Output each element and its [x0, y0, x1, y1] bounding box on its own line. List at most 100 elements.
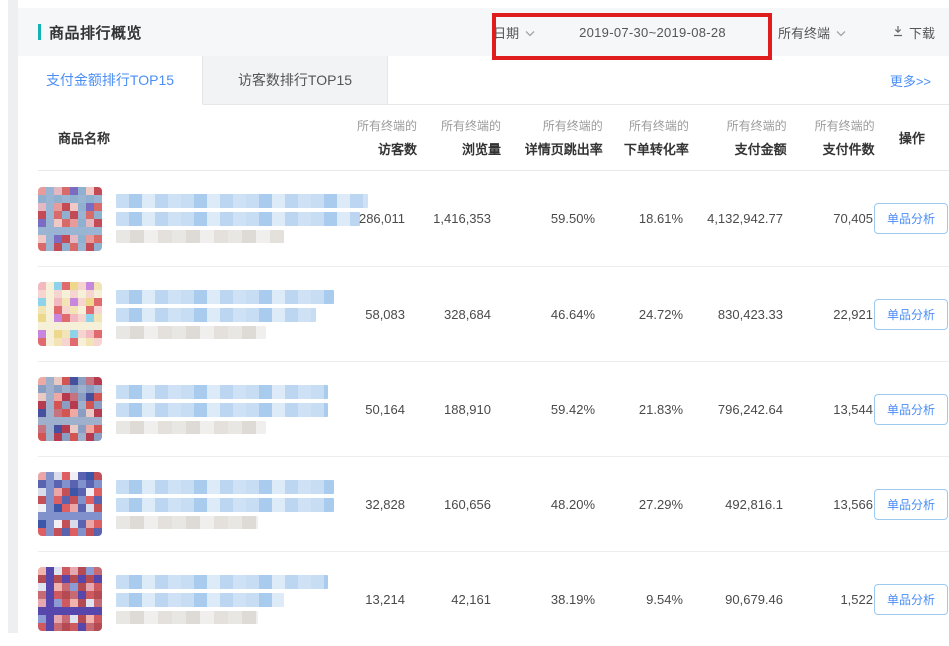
visitors-value: 32,828 — [323, 497, 405, 512]
panel-title-wrap: 商品排行概览 — [38, 22, 142, 43]
product-title-blur-line — [116, 403, 328, 417]
payment-amount-value: 4,132,942.77 — [683, 211, 783, 226]
payment-amount-value: 796,242.64 — [683, 402, 783, 417]
pageviews-value: 1,416,353 — [405, 211, 491, 226]
product-title-blur-line — [116, 498, 334, 512]
tab-bar: 支付金额排行TOP15 访客数排行TOP15 更多>> — [18, 56, 949, 105]
bounce-rate-value: 38.19% — [491, 592, 595, 607]
table-row: 50,164188,91059.42%21.83%796,242.6413,54… — [38, 361, 949, 456]
product-title-blur-line — [116, 593, 284, 607]
chevron-down-icon — [836, 25, 846, 40]
table-header-wrap: 商品名称 所有终端的 访客数 所有终端的 浏览量 所有终端的 详情页跳出率 所有… — [38, 105, 949, 171]
date-range-value[interactable]: 2019-07-30~2019-08-28 — [579, 25, 726, 40]
table-body: 286,0111,416,35359.50%18.61%4,132,942.77… — [18, 171, 949, 646]
payment-items-value: 70,405 — [783, 211, 873, 226]
item-analysis-button[interactable]: 单品分析 — [874, 299, 948, 330]
product-thumbnail — [38, 472, 102, 536]
visitors-value: 13,214 — [323, 592, 405, 607]
table-row: 13,21442,16138.19%9.54%90,679.461,522单品分… — [38, 551, 949, 646]
payment-amount-value: 830,423.33 — [683, 307, 783, 322]
table-row: 286,0111,416,35359.50%18.61%4,132,942.77… — [18, 171, 949, 266]
product-title-blur-line — [116, 385, 328, 399]
product-thumbnail — [38, 567, 102, 631]
tab-payment-ranking[interactable]: 支付金额排行TOP15 — [18, 56, 203, 105]
product-thumbnail — [38, 377, 102, 441]
tab-label: 支付金额排行TOP15 — [46, 70, 174, 90]
action-cell: 单品分析 — [873, 203, 949, 234]
product-title-blur-line — [116, 575, 328, 589]
item-analysis-button[interactable]: 单品分析 — [874, 489, 948, 520]
pageviews-value: 188,910 — [405, 402, 491, 417]
terminal-dropdown[interactable]: 所有终端 — [778, 23, 846, 42]
bounce-rate-value: 59.50% — [491, 211, 595, 226]
date-dropdown[interactable]: 日期 — [493, 23, 535, 42]
download-button[interactable]: 下载 — [892, 23, 935, 42]
product-cell — [38, 282, 323, 346]
bounce-rate-value: 48.20% — [491, 497, 595, 512]
action-cell: 单品分析 — [873, 489, 949, 520]
conversion-rate-value: 9.54% — [595, 592, 683, 607]
tab-visitor-ranking[interactable]: 访客数排行TOP15 — [203, 56, 388, 104]
conversion-rate-value: 27.29% — [595, 497, 683, 512]
pageviews-value: 42,161 — [405, 592, 491, 607]
product-cell — [38, 187, 323, 251]
table-header-row: 商品名称 所有终端的 访客数 所有终端的 浏览量 所有终端的 详情页跳出率 所有… — [38, 105, 949, 170]
payment-amount-value: 492,816.1 — [683, 497, 783, 512]
payment-amount-value: 90,679.46 — [683, 592, 783, 607]
product-meta-blur-line — [116, 611, 258, 624]
tab-label: 访客数排行TOP15 — [238, 70, 352, 90]
payment-items-value: 22,921 — [783, 307, 873, 322]
column-header-payment-items: 所有终端的 支付件数 — [787, 117, 875, 158]
page-gutter — [8, 0, 18, 633]
action-cell: 单品分析 — [873, 394, 949, 425]
product-thumbnail — [38, 187, 102, 251]
conversion-rate-value: 18.61% — [595, 211, 683, 226]
product-cell — [38, 377, 323, 441]
action-cell: 单品分析 — [873, 584, 949, 615]
column-header-pageviews: 所有终端的 浏览量 — [417, 117, 501, 158]
page-title: 商品排行概览 — [49, 22, 142, 43]
item-analysis-button[interactable]: 单品分析 — [874, 203, 948, 234]
title-accent-bar — [38, 24, 41, 40]
product-title-blur-line — [116, 308, 316, 322]
download-icon — [892, 25, 904, 40]
payment-items-value: 13,544 — [783, 402, 873, 417]
conversion-rate-value: 24.72% — [595, 307, 683, 322]
column-header-payment-amount: 所有终端的 支付金额 — [689, 117, 787, 158]
bounce-rate-value: 59.42% — [491, 402, 595, 417]
column-header-action: 操作 — [875, 128, 949, 147]
product-meta-blur-line — [116, 230, 284, 243]
header-toolbar: 日期 2019-07-30~2019-08-28 所有终端 下载 — [493, 23, 935, 42]
panel-header: 商品排行概览 日期 2019-07-30~2019-08-28 所有终端 下 — [18, 8, 949, 56]
chevron-down-icon — [525, 25, 535, 40]
column-header-bounce-rate: 所有终端的 详情页跳出率 — [501, 117, 603, 158]
more-link[interactable]: 更多>> — [890, 71, 949, 90]
product-name-redacted — [116, 290, 334, 339]
column-header-product-name: 商品名称 — [58, 128, 337, 147]
column-header-conversion-rate: 所有终端的 下单转化率 — [603, 117, 689, 158]
product-thumbnail — [38, 282, 102, 346]
product-name-redacted — [116, 480, 334, 529]
product-meta-blur-line — [116, 326, 266, 339]
product-cell — [38, 567, 323, 631]
product-title-blur-line — [116, 480, 334, 494]
product-meta-blur-line — [116, 516, 258, 529]
date-dropdown-label: 日期 — [493, 23, 519, 42]
bounce-rate-value: 46.64% — [491, 307, 595, 322]
product-cell — [38, 472, 323, 536]
pageviews-value: 328,684 — [405, 307, 491, 322]
visitors-value: 286,011 — [323, 211, 405, 226]
pageviews-value: 160,656 — [405, 497, 491, 512]
payment-items-value: 13,566 — [783, 497, 873, 512]
visitors-value: 50,164 — [323, 402, 405, 417]
item-analysis-button[interactable]: 单品分析 — [874, 584, 948, 615]
download-button-label: 下载 — [909, 23, 935, 42]
table-row: 58,083328,68446.64%24.72%830,423.3322,92… — [38, 266, 949, 361]
action-cell: 单品分析 — [873, 299, 949, 330]
item-analysis-button[interactable]: 单品分析 — [874, 394, 948, 425]
product-title-blur-line — [116, 194, 368, 208]
product-title-blur-line — [116, 290, 334, 304]
product-meta-blur-line — [116, 421, 266, 434]
table-row: 32,828160,65648.20%27.29%492,816.113,566… — [38, 456, 949, 551]
conversion-rate-value: 21.83% — [595, 402, 683, 417]
